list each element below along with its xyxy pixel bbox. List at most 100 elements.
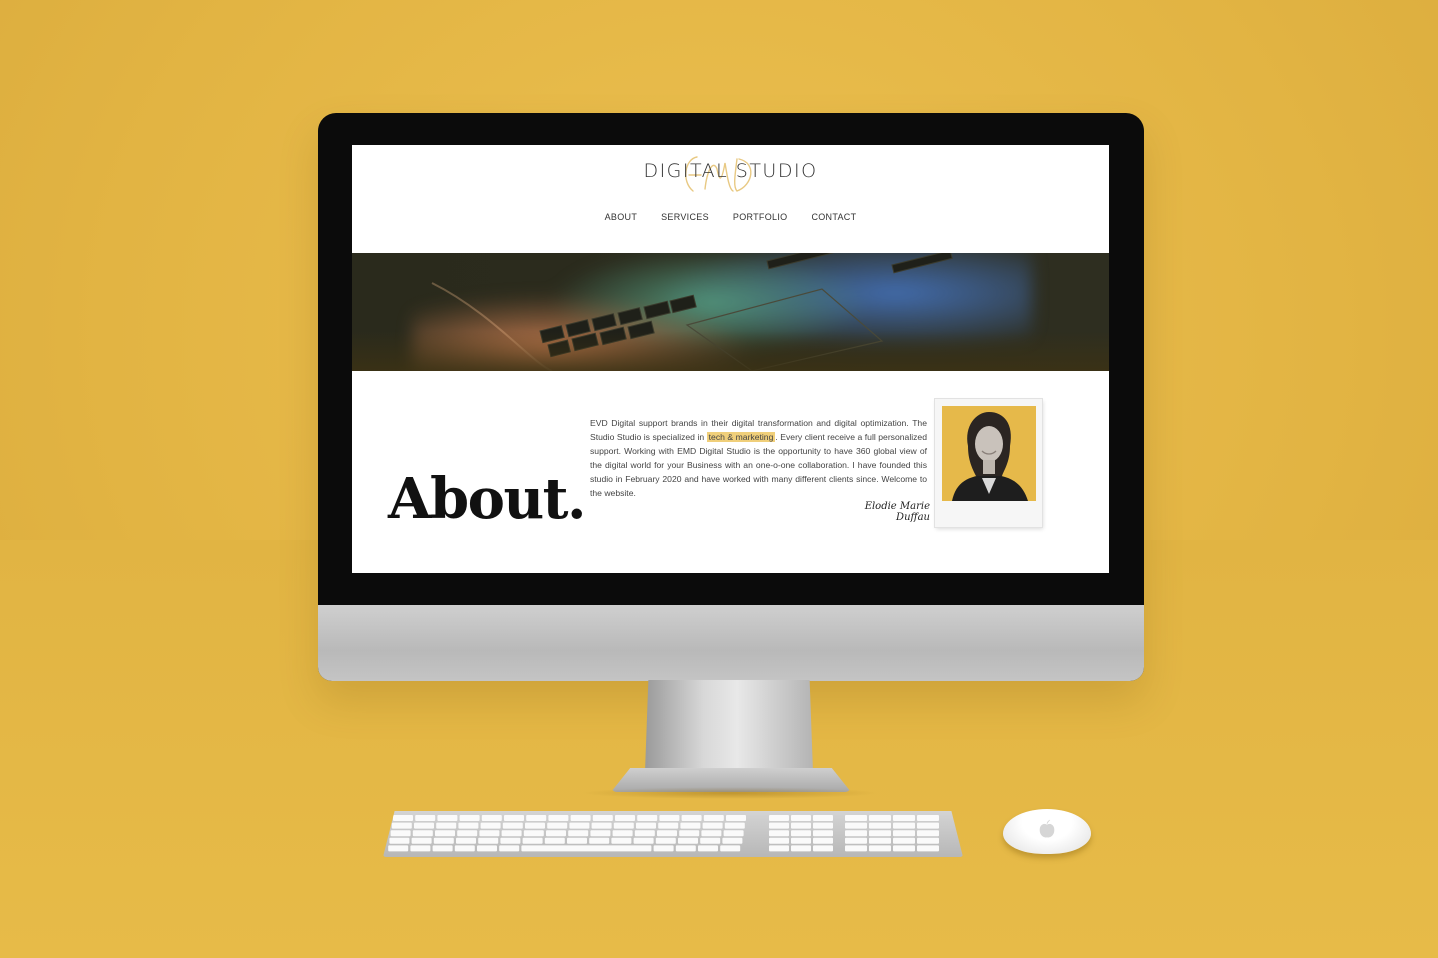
- keyboard-key: [457, 830, 478, 837]
- keyboard-key: [479, 830, 500, 837]
- keyboard-key: [813, 830, 833, 837]
- signature: Elodie Marie Duffau: [864, 501, 930, 523]
- keyboard-key: [791, 815, 811, 821]
- keyboard-key: [845, 822, 867, 829]
- keyboard-key: [893, 830, 915, 837]
- keyboard-key: [544, 837, 565, 844]
- keyboard-key: [791, 830, 811, 837]
- nav-contact[interactable]: CONTACT: [811, 212, 856, 222]
- keyboard-key: [917, 837, 939, 844]
- keyboard-key: [437, 815, 458, 821]
- keyboard-key: [659, 815, 680, 821]
- keyboard-key: [501, 830, 522, 837]
- keyboard-key: [657, 830, 677, 837]
- keyboard-key: [436, 822, 457, 829]
- keyboard-key: [612, 830, 633, 837]
- keyboard-key: [869, 815, 891, 821]
- keyboard-key: [769, 845, 789, 852]
- keyboard-key: [675, 845, 696, 852]
- imac-stand-shadow: [580, 787, 880, 799]
- keyboard-key: [845, 830, 867, 837]
- keyboard-key: [701, 830, 722, 837]
- keyboard-key: [525, 822, 545, 829]
- nav-about[interactable]: ABOUT: [605, 212, 638, 222]
- keyboard-key: [845, 837, 867, 844]
- keyboard-key: [702, 822, 723, 829]
- nav-services[interactable]: SERVICES: [661, 212, 709, 222]
- apple-logo-icon: [1039, 819, 1055, 838]
- keyboard-key: [570, 815, 591, 821]
- keyboard-key: [769, 830, 789, 837]
- keyboard-key: [389, 837, 410, 844]
- keyboard-key: [569, 822, 590, 829]
- about-paragraph: EVD Digital support brands in their digi…: [590, 416, 927, 500]
- keyboard-key: [791, 822, 811, 829]
- keyboard-key: [678, 837, 698, 844]
- keyboard-key: [433, 837, 454, 844]
- nav-portfolio[interactable]: PORTFOLIO: [733, 212, 788, 222]
- imac-stand-neck: [645, 680, 813, 772]
- keyboard-key: [411, 837, 432, 844]
- keyboard-key: [869, 830, 891, 837]
- keyboard-key: [521, 845, 652, 852]
- imac-chin: [318, 605, 1144, 681]
- keyboard-key: [410, 845, 431, 852]
- keyboard-key: [791, 845, 811, 852]
- keyboard-key: [546, 830, 566, 837]
- mouse: [1003, 809, 1091, 854]
- keyboard-key: [522, 837, 543, 844]
- keyboard-key: [893, 845, 915, 852]
- keyboard-key: [769, 822, 789, 829]
- hero-banner-image: [352, 253, 1109, 371]
- keyboard-keys: [388, 815, 939, 852]
- keyboard-key: [893, 815, 915, 821]
- keyboard-key: [393, 815, 413, 821]
- keyboard-key: [869, 845, 891, 852]
- keyboard-key: [459, 815, 480, 821]
- keyboard-key: [388, 845, 409, 852]
- keyboard-key: [679, 830, 700, 837]
- keyboard-key: [414, 822, 434, 829]
- keyboard-key: [454, 845, 475, 852]
- keyboard-key: [633, 837, 654, 844]
- keyboard-key: [680, 822, 701, 829]
- keyboard-key: [681, 815, 702, 821]
- keyboard-key: [917, 845, 939, 852]
- keyboard-key: [502, 822, 523, 829]
- keyboard-key: [917, 822, 939, 829]
- keyboard-key: [548, 815, 569, 821]
- keyboard-key: [703, 815, 724, 821]
- keyboard-key: [813, 845, 833, 852]
- about-heading: About.: [388, 465, 587, 532]
- keyboard-key: [478, 837, 499, 844]
- brand-name[interactable]: DIGITAL STUDIO: [352, 160, 1109, 182]
- keyboard-key: [653, 845, 674, 852]
- keyboard-key: [523, 830, 544, 837]
- keyboard-key: [477, 845, 497, 852]
- keyboard-key: [791, 837, 811, 844]
- keyboard-key: [481, 815, 502, 821]
- keyboard-key: [893, 822, 915, 829]
- keyboard-key: [722, 837, 743, 844]
- keyboard-key: [568, 830, 589, 837]
- keyboard-key: [637, 815, 658, 821]
- keyboard-key: [845, 845, 867, 852]
- keyboard-key: [698, 845, 718, 852]
- site-header: DIGITAL STUDIO ABOUT SERVICES PORTFOLIO …: [352, 145, 1109, 253]
- keyboard-key: [700, 837, 721, 844]
- keyboard-key: [723, 830, 744, 837]
- keyboard-key: [590, 830, 611, 837]
- keyboard-key: [432, 845, 453, 852]
- keyboard-key: [869, 837, 891, 844]
- polaroid-frame: [935, 399, 1042, 527]
- keyboard-key: [634, 830, 655, 837]
- portrait-photo: [942, 406, 1036, 501]
- keyboard-key: [893, 837, 915, 844]
- keyboard-key: [567, 837, 587, 844]
- keyboard-key: [726, 815, 746, 821]
- keyboard-key: [869, 822, 891, 829]
- highlighted-phrase: tech & marketing: [706, 431, 776, 442]
- keyboard-key: [592, 815, 613, 821]
- keyboard-key: [500, 837, 521, 844]
- website-screen: DIGITAL STUDIO ABOUT SERVICES PORTFOLIO …: [352, 145, 1109, 573]
